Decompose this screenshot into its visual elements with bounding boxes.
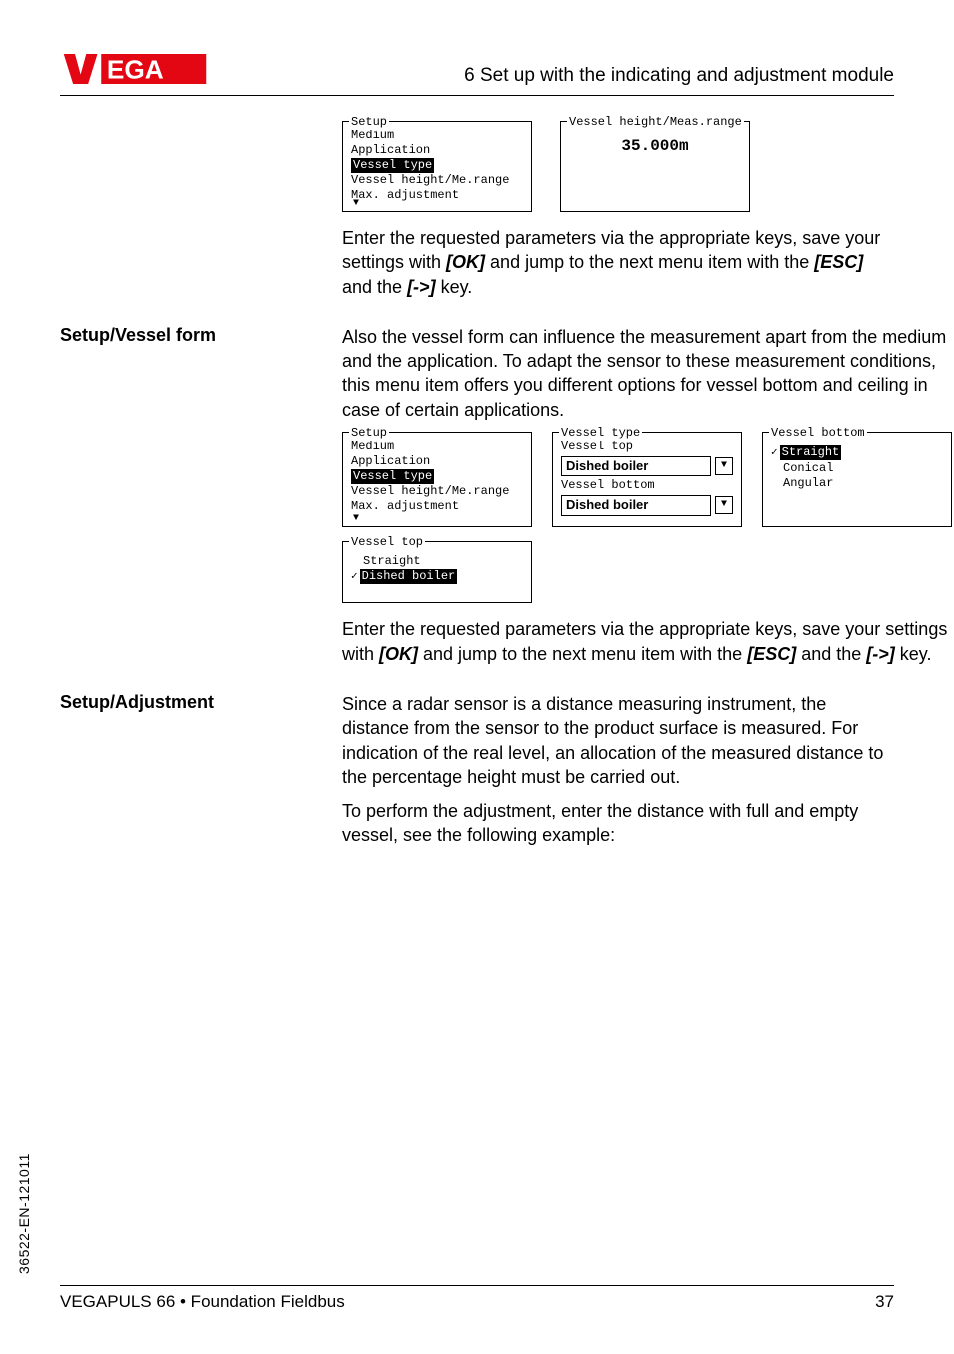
lcd-bottom-label: Vessel bottom: [561, 478, 733, 493]
lcd-row-vessel: Setup Medium Application Vessel type Ves…: [342, 432, 952, 527]
lcd-range-value: 35.000m: [569, 128, 741, 162]
vessel-form-paragraph: Also the vessel form can influence the m…: [342, 325, 952, 422]
page-number: 37: [875, 1292, 894, 1312]
ok-key: [OK]: [379, 644, 418, 664]
logo-v-shape: [64, 54, 98, 84]
adjustment-paragraph-1: Since a radar sensor is a distance measu…: [342, 692, 894, 789]
lcd-row-intro: Setup Medium Application Vessel type Ves…: [342, 121, 894, 212]
section-title: 6 Set up with the indicating and adjustm…: [464, 65, 894, 87]
lcd-highlight: Dished boiler: [360, 569, 458, 584]
lcd-range-box: Vessel height/Meas.range 35.000m: [560, 121, 750, 212]
vega-logo: EGA: [60, 50, 210, 88]
vessel-form-paragraph-2: Enter the requested parameters via the a…: [342, 617, 952, 666]
down-arrow-icon: ▼: [353, 199, 359, 209]
footer-product: VEGAPULS 66 • Foundation Fieldbus: [60, 1292, 345, 1312]
arrow-key: [->]: [866, 644, 895, 664]
dropdown-icon[interactable]: ▼: [715, 457, 733, 475]
vessel-top-value: Dished boiler: [561, 456, 711, 476]
lcd-highlight: Straight: [780, 445, 842, 460]
lcd-setup-box-2: Setup Medium Application Vessel type Ves…: [342, 432, 532, 527]
lcd-setup-title: Setup: [349, 115, 389, 130]
lcd-title: Vessel top: [349, 535, 425, 550]
esc-key: [ESC]: [747, 644, 796, 664]
header-rule: [60, 95, 894, 96]
footer-rule: [60, 1285, 894, 1286]
down-arrow-icon: ▼: [353, 514, 359, 524]
intro-paragraph: Enter the requested parameters via the a…: [342, 226, 894, 299]
lcd-setup-box: Setup Medium Application Vessel type Ves…: [342, 121, 532, 212]
lcd-line: Vessel height/Me.range: [351, 173, 523, 188]
lcd-top-label: Vessel top: [561, 439, 733, 454]
lcd-vessel-bottom-box: Vessel bottom Straight Conical Angular: [762, 432, 952, 527]
lcd-line: Application: [351, 143, 523, 158]
lcd-title: Setup: [349, 426, 389, 441]
vessel-top-select[interactable]: Dished boiler ▼: [561, 456, 733, 476]
heading-vessel-form: Setup/Vessel form: [60, 325, 342, 676]
arrow-key: [->]: [407, 277, 436, 297]
lcd-title: Vessel type: [559, 426, 642, 441]
adjustment-paragraph-2: To perform the adjustment, enter the dis…: [342, 799, 894, 848]
lcd-line: Max. adjustment: [351, 188, 523, 203]
ok-key: [OK]: [446, 252, 485, 272]
lcd-highlight: Vessel type: [351, 158, 434, 173]
vessel-bottom-select[interactable]: Dished boiler ▼: [561, 495, 733, 515]
side-doc-id: 36522-EN-121011: [16, 1153, 32, 1274]
esc-key: [ESC]: [814, 252, 863, 272]
page-content: Setup Medium Application Vessel type Ves…: [60, 115, 894, 858]
lcd-range-title: Vessel height/Meas.range: [567, 115, 744, 130]
lcd-highlight: Vessel type: [351, 469, 434, 484]
lcd-vessel-type-box: Vessel type Vessel top Dished boiler ▼ V…: [552, 432, 742, 527]
lcd-row-vessel-top: Vessel top Straight Dished boiler: [342, 541, 952, 604]
heading-adjustment: Setup/Adjustment: [60, 692, 342, 858]
vessel-bottom-value: Dished boiler: [561, 495, 711, 515]
lcd-title: Vessel bottom: [769, 426, 867, 441]
dropdown-icon[interactable]: ▼: [715, 496, 733, 514]
lcd-vessel-top-box: Vessel top Straight Dished boiler: [342, 541, 532, 604]
lcd-line: Medium: [351, 128, 523, 143]
logo-text: EGA: [107, 54, 164, 84]
